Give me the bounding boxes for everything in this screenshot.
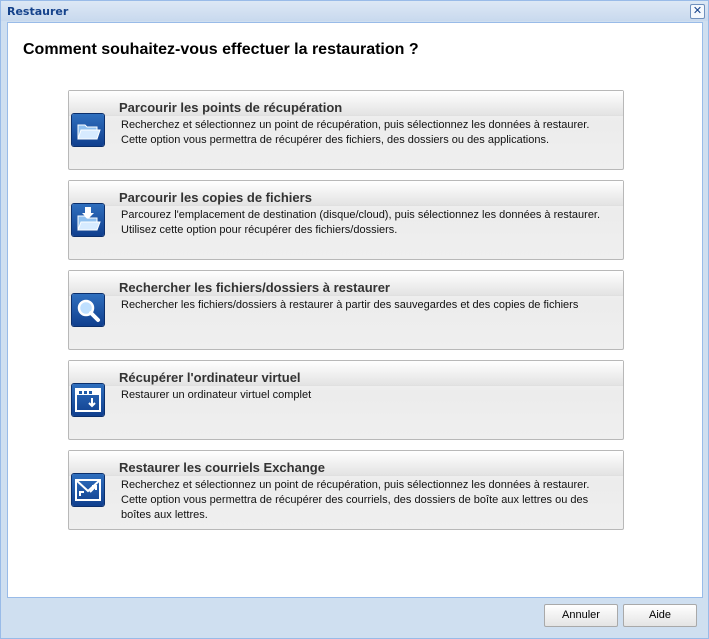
option-description: Recherchez et sélectionnez un point de r…: [121, 119, 590, 146]
dialog-body: Comment souhaitez-vous effectuer la rest…: [7, 22, 703, 598]
option-browse-file-copies[interactable]: Parcourir les copies de fichiers Parcour…: [68, 180, 624, 260]
option-title: Récupérer l'ordinateur virtuel: [119, 370, 301, 385]
folder-open-icon: [72, 114, 104, 146]
close-icon[interactable]: ✕: [690, 4, 705, 19]
help-button[interactable]: Aide: [623, 604, 697, 627]
cancel-button[interactable]: Annuler: [544, 604, 618, 627]
option-restore-exchange-mail[interactable]: Restaurer les courriels Exchange Recherc…: [68, 450, 624, 530]
exchange-mail-icon: [72, 474, 104, 506]
option-title: Parcourir les copies de fichiers: [119, 190, 312, 205]
option-description: Restaurer un ordinateur virtuel complet: [121, 389, 312, 401]
virtual-machine-icon: [72, 384, 104, 416]
option-browse-recovery-points[interactable]: Parcourir les points de récupération Rec…: [68, 90, 624, 170]
title-bar[interactable]: Restaurer ✕: [1, 1, 708, 21]
magnifier-icon: [72, 294, 104, 326]
option-title: Rechercher les fichiers/dossiers à resta…: [119, 280, 390, 295]
option-description: Parcourez l'emplacement de destination (…: [121, 209, 601, 236]
option-search-files[interactable]: Rechercher les fichiers/dossiers à resta…: [68, 270, 624, 350]
option-title: Restaurer les courriels Exchange: [119, 460, 325, 475]
window-title: Restaurer: [7, 5, 69, 18]
folder-download-icon: [72, 204, 104, 236]
option-title: Parcourir les points de récupération: [119, 100, 343, 115]
option-description: Recherchez et sélectionnez un point de r…: [121, 479, 590, 521]
restore-dialog: Restaurer ✕ Comment souhaitez-vous effec…: [0, 0, 709, 639]
option-recover-virtual-machine[interactable]: Récupérer l'ordinateur virtuel Restaurer…: [68, 360, 624, 440]
page-title: Comment souhaitez-vous effectuer la rest…: [23, 41, 419, 58]
option-description: Rechercher les fichiers/dossiers à resta…: [121, 299, 579, 311]
